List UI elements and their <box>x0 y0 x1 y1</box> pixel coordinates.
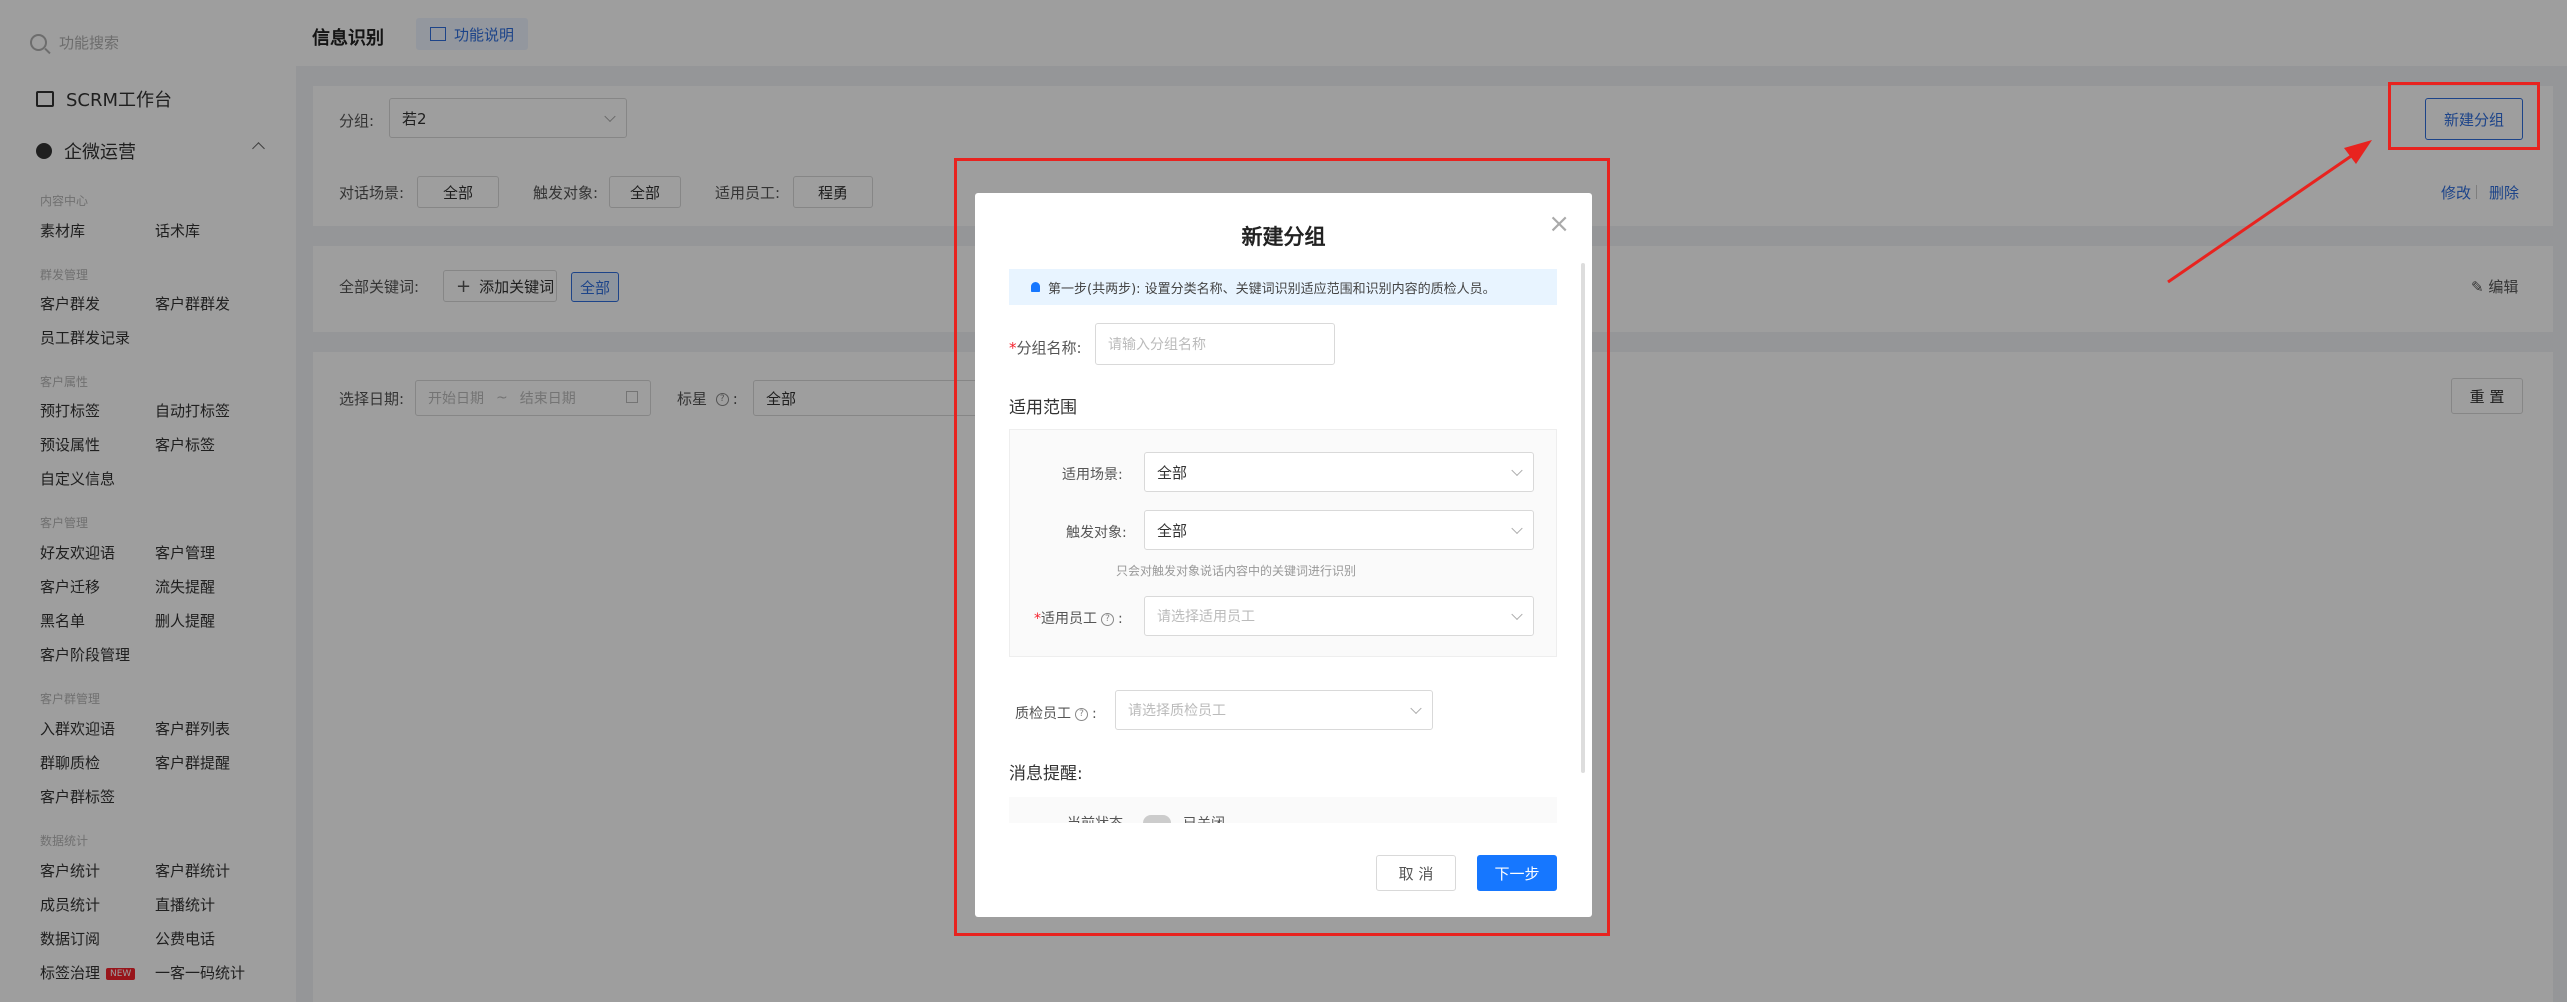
annotation-arrow <box>2167 140 2372 284</box>
